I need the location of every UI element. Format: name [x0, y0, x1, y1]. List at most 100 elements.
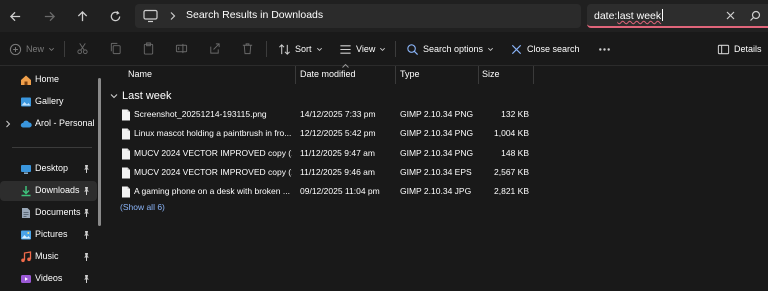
search-value-prefix: date: [594, 10, 618, 22]
toolbar-divider [64, 41, 65, 57]
table-row[interactable]: MUCV 2024 VECTOR IMPROVED copy (1).... 1… [104, 144, 544, 163]
details-button[interactable]: Details [717, 41, 762, 57]
pin-icon[interactable] [82, 252, 91, 262]
file-name: Linux mascot holding a paintbrush in fro… [134, 128, 292, 138]
this-pc-icon [143, 9, 158, 23]
sort-button[interactable]: Sort [278, 41, 323, 57]
music-icon [21, 251, 32, 263]
search-icon[interactable] [749, 10, 761, 22]
group-label: Last week [122, 90, 172, 102]
column-divider[interactable] [478, 66, 479, 84]
sort-icon [279, 43, 290, 55]
pin-icon[interactable] [82, 186, 91, 196]
close-icon [511, 44, 522, 54]
file-date: 11/12/2025 9:47 am [300, 148, 375, 158]
sidebar-item-label: Desktop [35, 163, 69, 173]
toolbar-divider [266, 41, 267, 57]
sidebar-item-label: Documents [35, 207, 81, 217]
up-button[interactable] [72, 6, 92, 26]
file-list: Name Date modified Type Size Last week S… [104, 64, 768, 291]
search-options-icon [407, 43, 419, 55]
chevron-down-icon [49, 47, 55, 51]
file-type: GIMP 2.10.34 JPG [400, 186, 472, 196]
gallery-icon [21, 97, 31, 107]
close-icon[interactable] [725, 10, 736, 21]
column-header-name[interactable]: Name [128, 69, 152, 79]
paste-icon[interactable] [142, 42, 155, 55]
pin-icon[interactable] [82, 164, 91, 174]
more-options-button[interactable] [598, 41, 611, 57]
sidebar-item-downloads[interactable]: Downloads [0, 181, 97, 201]
search-options-label: Search options [423, 44, 484, 54]
column-divider[interactable] [295, 66, 296, 84]
toolbar-divider [395, 41, 396, 57]
sort-indicator-icon [342, 64, 349, 68]
pin-icon[interactable] [82, 230, 91, 240]
desktop-icon [21, 165, 31, 174]
forward-button[interactable] [39, 6, 59, 26]
sidebar-item-music[interactable]: Music [0, 247, 97, 267]
chevron-right-icon[interactable] [5, 120, 11, 128]
downloads-icon [21, 186, 31, 197]
search-input[interactable]: date:last week [594, 9, 664, 22]
cut-icon[interactable] [76, 42, 89, 55]
show-all-link[interactable]: (Show all 6) [120, 202, 165, 212]
address-bar[interactable]: Search Results in Downloads [135, 4, 581, 28]
column-header-size[interactable]: Size [482, 69, 500, 79]
table-row[interactable]: Linux mascot holding a paintbrush in fro… [104, 124, 544, 143]
sidebar-item-label: Videos [35, 273, 63, 283]
column-divider[interactable] [533, 66, 534, 84]
rename-icon[interactable] [175, 42, 188, 55]
file-date: 12/12/2025 5:42 pm [300, 128, 376, 138]
sidebar-item-gallery[interactable]: Gallery [0, 92, 97, 112]
sidebar-item-home[interactable]: Home [0, 70, 97, 90]
file-name: MUCV 2024 VECTOR IMPROVED copy (1).... [134, 167, 292, 177]
group-header[interactable]: Last week [110, 90, 172, 102]
column-divider[interactable] [395, 66, 396, 84]
command-bar: New Sort View Search options Close searc… [0, 32, 768, 66]
close-search-button[interactable]: Close search [510, 41, 580, 57]
sidebar-item-documents[interactable]: Documents [0, 203, 97, 223]
close-search-label: Close search [527, 44, 580, 54]
search-options-button[interactable]: Search options [406, 41, 494, 57]
new-label: New [26, 44, 45, 54]
new-button[interactable]: New [9, 41, 55, 57]
refresh-button[interactable] [105, 6, 125, 26]
onedrive-cloud-icon [20, 120, 32, 128]
column-header-date[interactable]: Date modified [300, 69, 356, 79]
table-row[interactable]: A gaming phone on a desk with broken ...… [104, 182, 544, 201]
pin-icon[interactable] [82, 274, 91, 284]
documents-icon [22, 208, 30, 218]
file-type: GIMP 2.10.34 PNG [400, 128, 474, 138]
copy-icon[interactable] [109, 42, 122, 55]
file-name: Screenshot_20251214-193115.png [134, 109, 267, 119]
column-header-type[interactable]: Type [400, 69, 420, 79]
file-icon [122, 186, 130, 198]
file-date: 09/12/2025 11:04 pm [300, 186, 380, 196]
back-button[interactable] [5, 6, 25, 26]
sidebar-item-label: Music [35, 251, 59, 261]
file-type: GIMP 2.10.34 EPS [400, 167, 472, 177]
navigation-bar: Search Results in Downloads date:last we… [0, 0, 768, 32]
pin-icon[interactable] [82, 208, 91, 218]
sidebar-item-label: Downloads [35, 185, 80, 195]
sidebar-item-desktop[interactable]: Desktop [0, 159, 97, 179]
refresh-icon [110, 10, 120, 21]
delete-icon[interactable] [241, 42, 254, 55]
sidebar-item-onedrive[interactable]: Arol - Personal [0, 114, 97, 134]
sidebar-scrollbar[interactable] [98, 78, 101, 226]
file-type: GIMP 2.10.34 PNG [400, 148, 474, 158]
videos-icon [21, 275, 31, 283]
chevron-down-icon [110, 94, 118, 99]
table-row[interactable]: Screenshot_20251214-193115.png 14/12/202… [104, 105, 544, 124]
sidebar-item-pictures[interactable]: Pictures [0, 225, 97, 245]
file-size: 148 KB [501, 148, 529, 158]
sidebar-item-label: Pictures [35, 229, 68, 239]
file-icon [122, 148, 130, 160]
search-box[interactable]: date:last week [587, 4, 768, 28]
view-button[interactable]: View [339, 41, 386, 57]
share-icon[interactable] [208, 42, 221, 55]
sidebar-item-videos[interactable]: Videos [0, 269, 97, 289]
file-name: A gaming phone on a desk with broken ... [134, 186, 290, 196]
table-row[interactable]: MUCV 2024 VECTOR IMPROVED copy (1).... 1… [104, 163, 544, 182]
